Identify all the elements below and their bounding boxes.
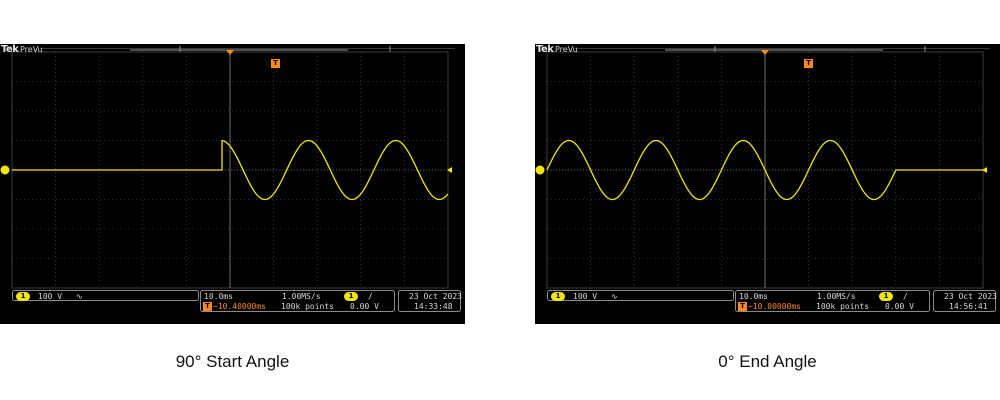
channel-badge[interactable]: 1: [551, 292, 565, 301]
time-readout: 14:56:41: [949, 302, 988, 311]
coupling-icon: ∿: [76, 292, 83, 301]
trigger-channel-badge[interactable]: 1: [344, 292, 358, 301]
mode-label: PreVu: [555, 45, 578, 54]
sample-rate: 1.00MS/s: [817, 292, 856, 301]
trigger-channel-badge[interactable]: 1: [879, 292, 893, 301]
channel-ground-marker: [535, 165, 545, 175]
trigger-position-marker: T: [804, 59, 813, 68]
trigger-slope-icon: /: [368, 292, 373, 301]
scope-display-right: Tek PreVu T 1 100 V ∿ 10.0ms 1.00MS/s T …: [535, 44, 1000, 324]
coupling-icon: ∿: [611, 292, 618, 301]
trigger-level: 0.00 V: [350, 302, 379, 311]
time-per-div: 10.0ms: [204, 292, 233, 301]
trigger-delay: −10.00000ms: [748, 302, 801, 311]
trigger-icon: T: [738, 302, 747, 311]
trigger-position-marker: T: [271, 59, 280, 68]
caption-end-angle: 0° End Angle: [718, 352, 817, 371]
channel-badge[interactable]: 1: [16, 292, 30, 301]
mode-label: PreVu: [20, 45, 43, 54]
volts-per-div: 100 V: [38, 292, 63, 301]
date-readout: 23 Oct 2023: [944, 292, 997, 301]
caption-start-angle: 90° Start Angle: [175, 352, 290, 371]
record-length: 100k points: [816, 302, 869, 311]
trigger-icon: T: [203, 302, 212, 311]
trigger-slope-icon: /: [903, 292, 908, 301]
trigger-level: 0.00 V: [885, 302, 914, 311]
trigger-delay: −10.40000ms: [213, 302, 266, 311]
time-per-div: 10.0ms: [739, 292, 768, 301]
tek-logo: Tek: [536, 44, 554, 55]
scope-display-left: Tek PreVu T 1 100 V ∿ 10.0ms 1.00MS/s T …: [0, 44, 465, 324]
channel-ground-marker: [0, 165, 10, 175]
scope-graticule: [535, 46, 996, 312]
record-length: 100k points: [281, 302, 334, 311]
time-readout: 14:33:48: [414, 302, 453, 311]
scope-graticule: [0, 46, 461, 312]
date-readout: 23 Oct 2023: [409, 292, 462, 301]
sample-rate: 1.00MS/s: [282, 292, 321, 301]
tek-logo: Tek: [1, 44, 19, 55]
volts-per-div: 100 V: [573, 292, 598, 301]
